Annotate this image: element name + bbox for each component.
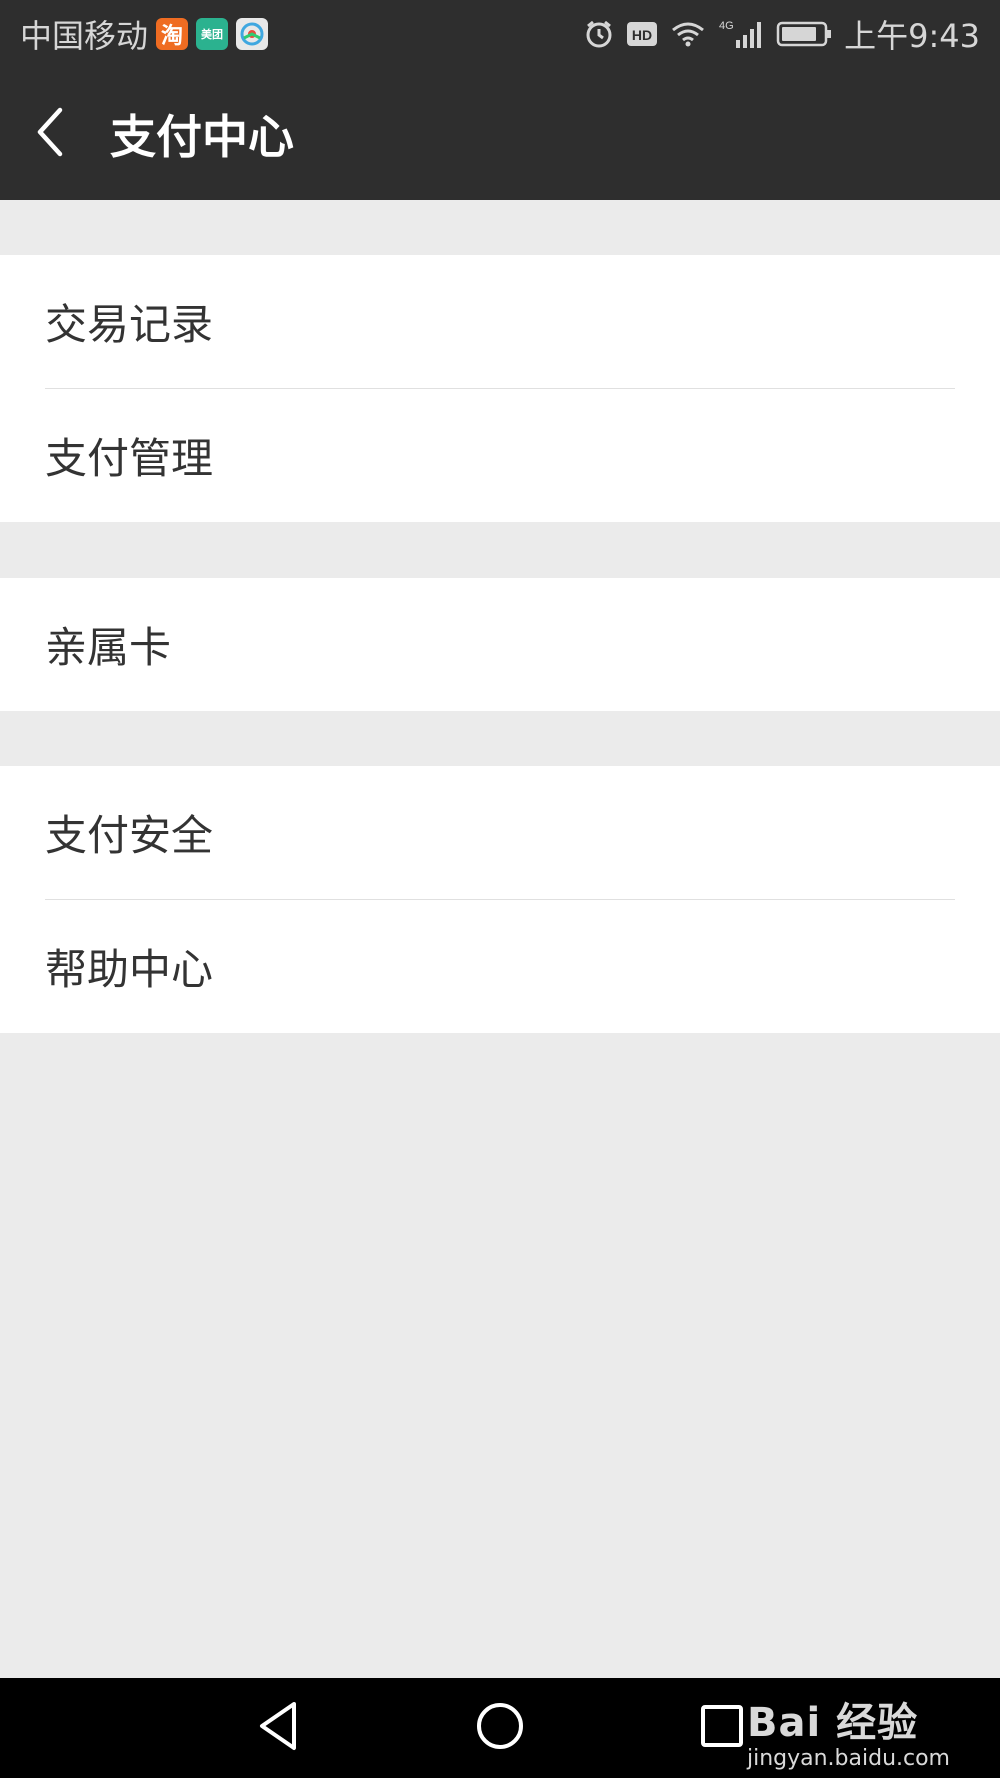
- status-right: HD 4G 上午9:43: [584, 11, 980, 57]
- help-center-label: 帮助中心: [45, 945, 214, 994]
- nav-recents-icon: [698, 1702, 746, 1754]
- carrier-label: 中国移动: [20, 17, 149, 55]
- hd-icon: HD: [626, 19, 658, 49]
- page-title: 支付中心: [110, 110, 294, 164]
- meituan-app-icon: 美团: [196, 18, 229, 50]
- payment-security-label: 支付安全: [45, 811, 214, 860]
- svg-text:4G: 4G: [719, 20, 734, 32]
- nav-back-button[interactable]: [228, 1678, 328, 1778]
- nav-home-button[interactable]: [450, 1678, 550, 1778]
- 4g-signal-icon: 4G: [718, 18, 764, 50]
- header-bar: 支付中心: [0, 68, 1000, 200]
- back-button[interactable]: [0, 68, 100, 200]
- payment-security-item[interactable]: 支付安全: [0, 766, 1000, 899]
- menu-group-security: 支付安全 帮助中心: [0, 766, 1000, 1033]
- menu-group-records: 交易记录 支付管理: [0, 255, 1000, 522]
- baidu-jingyan-watermark: Bai 经验 jingyan.baidu.com: [747, 1690, 950, 1771]
- status-left: 中国移动 淘 美团: [20, 11, 269, 57]
- svg-text:HD: HD: [632, 27, 652, 43]
- payment-management-item[interactable]: 支付管理: [0, 389, 1000, 522]
- watermark-brand: Bai 经验: [746, 1700, 919, 1746]
- wifi-icon: [670, 19, 706, 49]
- back-chevron-icon: [30, 104, 70, 164]
- status-time: 上午9:43: [844, 17, 980, 55]
- nav-home-icon: [474, 1700, 526, 1756]
- screen: 中国移动 淘 美团 HD 4G 上午9:43 支付中心 交易记录 支付管理 亲属…: [0, 0, 1000, 1778]
- watermark-url: jingyan.baidu.com: [746, 1746, 950, 1771]
- battery-icon: [776, 19, 832, 49]
- news-app-icon: [236, 18, 269, 50]
- nav-back-icon: [254, 1700, 302, 1756]
- alarm-icon: [584, 19, 614, 49]
- transaction-records-label: 交易记录: [45, 300, 214, 349]
- family-card-label: 亲属卡: [45, 623, 172, 672]
- taobao-app-icon: 淘: [156, 18, 189, 50]
- status-bar: 中国移动 淘 美团 HD 4G 上午9:43: [0, 0, 1000, 68]
- help-center-item[interactable]: 帮助中心: [0, 900, 1000, 1033]
- payment-management-label: 支付管理: [45, 434, 214, 483]
- family-card-item[interactable]: 亲属卡: [0, 578, 1000, 711]
- transaction-records-item[interactable]: 交易记录: [0, 255, 1000, 388]
- menu-group-family-card: 亲属卡: [0, 578, 1000, 711]
